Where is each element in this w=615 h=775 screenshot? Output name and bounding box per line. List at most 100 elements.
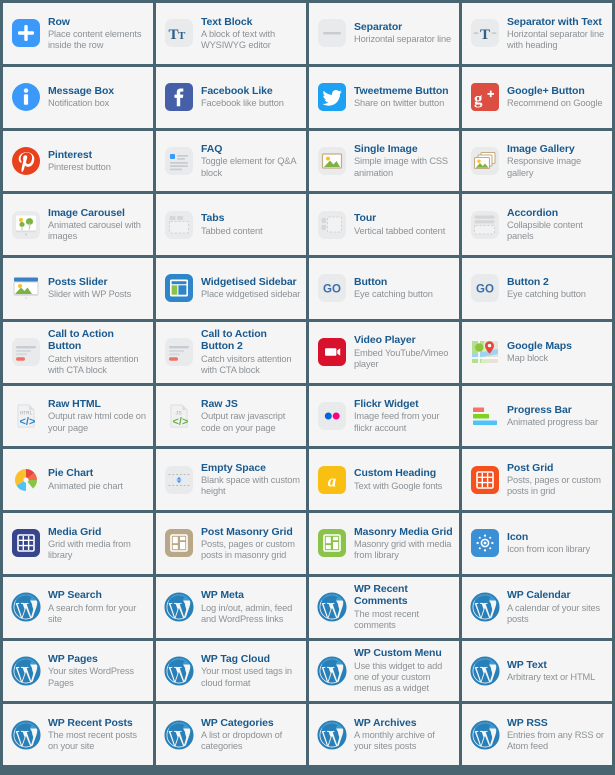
element-text: Raw JS Output raw javascript code on your… xyxy=(201,398,301,434)
element-card[interactable]: Empty Space Blank space with custom heigh… xyxy=(156,449,306,510)
element-text: WP Archives A monthly archive of your sit… xyxy=(354,717,454,753)
element-text: Custom Heading Text with Google fonts xyxy=(354,467,454,492)
element-card[interactable]: Facebook Like Facebook like button xyxy=(156,66,306,128)
element-card[interactable]: Masonry Media Grid Masonry grid with medi… xyxy=(309,513,459,574)
pie-chart-icon xyxy=(9,463,43,497)
element-card[interactable]: JS </> Raw JS Output raw javascript code … xyxy=(156,385,306,447)
element-card[interactable]: Tabs Tabbed content xyxy=(156,194,306,255)
image-carousel-icon xyxy=(9,208,43,242)
element-card[interactable]: GO Button 2 Eye catching button xyxy=(462,258,612,319)
element-card[interactable]: Call to Action Button Catch visitors atte… xyxy=(3,321,153,383)
element-description: Eye catching button xyxy=(507,289,586,300)
element-text: Separator Horizontal separator line xyxy=(354,21,454,46)
element-description: Pinterest button xyxy=(48,161,111,172)
element-text: WP Custom Menu Use this widget to add one… xyxy=(354,647,454,694)
faq-icon xyxy=(162,144,196,178)
element-card[interactable]: GO Button Eye catching button xyxy=(309,258,459,319)
element-card[interactable]: Single Image Simple image with CSS animat… xyxy=(309,130,459,192)
element-card[interactable]: Image Carousel Animated carousel with ima… xyxy=(3,194,153,255)
element-text: WP Categories A list or dropdown of categ… xyxy=(201,717,301,753)
element-card[interactable]: WP RSS Entries from any RSS or Atom feed xyxy=(462,704,612,765)
element-card[interactable]: Tour Vertical tabbed content xyxy=(309,194,459,255)
element-title: FAQ xyxy=(201,143,223,156)
element-card[interactable]: Google Maps Map block xyxy=(462,321,612,383)
element-card[interactable]: Call to Action Button 2 Catch visitors at… xyxy=(156,321,306,383)
element-text: Accordion Collapsible content panels xyxy=(507,207,607,243)
element-card[interactable]: Pinterest Pinterest button xyxy=(3,130,153,192)
element-card[interactable]: WP Text Arbitrary text or HTML xyxy=(462,640,612,702)
element-card[interactable]: WP Meta Log in/out, admin, feed and WordP… xyxy=(156,576,306,638)
element-card[interactable]: WP Archives A monthly archive of your sit… xyxy=(309,704,459,765)
element-title: WP Meta xyxy=(201,589,244,602)
svg-text:T: T xyxy=(480,27,490,43)
svg-text:</>: </> xyxy=(173,416,189,428)
element-text: Button Eye catching button xyxy=(354,276,454,301)
plus-square-icon xyxy=(9,16,43,50)
element-description: Log in/out, admin, feed and WordPress li… xyxy=(201,602,293,624)
element-card[interactable]: a Custom Heading Text with Google fonts xyxy=(309,449,459,510)
element-card[interactable]: Progress Bar Animated progress bar xyxy=(462,385,612,447)
element-card[interactable]: WP Tag Cloud Your most used tags in cloud… xyxy=(156,640,306,702)
element-card[interactable]: Media Grid Grid with media from library xyxy=(3,513,153,574)
element-description: Arbitrary text or HTML xyxy=(507,671,596,682)
element-description: Toggle element for Q&A block xyxy=(201,156,296,178)
element-description: Masonry grid with media from library xyxy=(354,538,452,561)
wordpress-icon xyxy=(162,654,196,688)
element-card[interactable]: FAQ Toggle element for Q&A block xyxy=(156,130,306,192)
element-card[interactable]: T T Text Block A block of text with WYSIW… xyxy=(156,3,306,64)
element-title: Button xyxy=(354,276,388,289)
svg-text:a: a xyxy=(328,471,337,490)
element-title: Posts Slider xyxy=(48,276,108,289)
element-description: Posts, pages or custom posts in grid xyxy=(507,475,601,497)
element-card[interactable]: Pie Chart Animated pie chart xyxy=(3,449,153,510)
element-card[interactable]: g Google+ Button Recommend on Google xyxy=(462,66,612,128)
post-masonry-grid-icon xyxy=(162,526,196,560)
element-card[interactable]: T Separator with Text Horizontal separato… xyxy=(462,3,612,64)
facebook-icon xyxy=(162,80,196,114)
element-card[interactable]: Image Gallery Responsive image gallery xyxy=(462,130,612,192)
element-description: Grid with media from library xyxy=(48,538,131,561)
element-text: FAQ Toggle element for Q&A block xyxy=(201,143,301,179)
element-card[interactable]: WP Calendar A calendar of your sites post… xyxy=(462,576,612,638)
wordpress-icon xyxy=(468,590,502,624)
element-card[interactable]: HTML </> Raw HTML Output raw html code on… xyxy=(3,385,153,447)
element-text: Video Player Embed YouTube/Vimeo player xyxy=(354,334,454,370)
element-text: Button 2 Eye catching button xyxy=(507,276,607,301)
element-card[interactable]: Flickr Widget Image feed from your flickr… xyxy=(309,385,459,447)
element-card[interactable]: WP Categories A list or dropdown of categ… xyxy=(156,704,306,765)
element-card[interactable]: Message Box Notification box xyxy=(3,66,153,128)
element-text: WP Meta Log in/out, admin, feed and WordP… xyxy=(201,589,301,625)
element-description: Output raw javascript code on your page xyxy=(201,411,286,433)
element-card[interactable]: WP Pages Your sites WordPress Pages xyxy=(3,640,153,702)
element-text: Pie Chart Animated pie chart xyxy=(48,467,148,492)
element-card[interactable]: Tweetmeme Button Share on twitter button xyxy=(309,66,459,128)
element-card[interactable]: Row Place content elements inside the row xyxy=(3,3,153,64)
element-text: WP Tag Cloud Your most used tags in cloud… xyxy=(201,653,301,689)
wordpress-icon xyxy=(9,590,43,624)
element-card[interactable]: Post Masonry Grid Posts, pages or custom … xyxy=(156,513,306,574)
element-text: WP Calendar A calendar of your sites post… xyxy=(507,589,607,625)
element-text: Facebook Like Facebook like button xyxy=(201,85,301,110)
google-maps-icon xyxy=(468,335,502,369)
svg-text:T: T xyxy=(178,30,186,42)
element-card[interactable]: Accordion Collapsible content panels xyxy=(462,194,612,255)
element-title: Image Carousel xyxy=(48,206,125,219)
element-card[interactable]: WP Search A search form for your site xyxy=(3,576,153,638)
element-card[interactable]: WP Custom Menu Use this widget to add one… xyxy=(309,640,459,702)
element-description: Facebook like button xyxy=(201,98,284,109)
element-card[interactable]: Post Grid Posts, pages or custom posts in… xyxy=(462,449,612,510)
element-description: A monthly archive of your sites posts xyxy=(354,730,435,752)
element-title: Single Image xyxy=(354,143,418,156)
element-title: Image Gallery xyxy=(507,143,575,156)
element-card[interactable]: WP Recent Posts The most recent posts on … xyxy=(3,704,153,765)
wordpress-icon xyxy=(315,718,349,752)
element-card[interactable]: Separator Horizontal separator line xyxy=(309,3,459,64)
element-card[interactable]: WP Recent Comments The most recent commen… xyxy=(309,576,459,638)
element-card[interactable]: Video Player Embed YouTube/Vimeo player xyxy=(309,321,459,383)
element-card[interactable]: Posts Slider Slider with WP Posts xyxy=(3,258,153,319)
element-card[interactable]: Widgetised Sidebar Place widgetised sideb… xyxy=(156,258,306,319)
raw-html-icon: HTML </> xyxy=(9,399,43,433)
element-description: Tabbed content xyxy=(201,225,263,236)
element-card[interactable]: Icon Icon from icon library xyxy=(462,513,612,574)
element-title: WP Recent Posts xyxy=(48,716,133,729)
